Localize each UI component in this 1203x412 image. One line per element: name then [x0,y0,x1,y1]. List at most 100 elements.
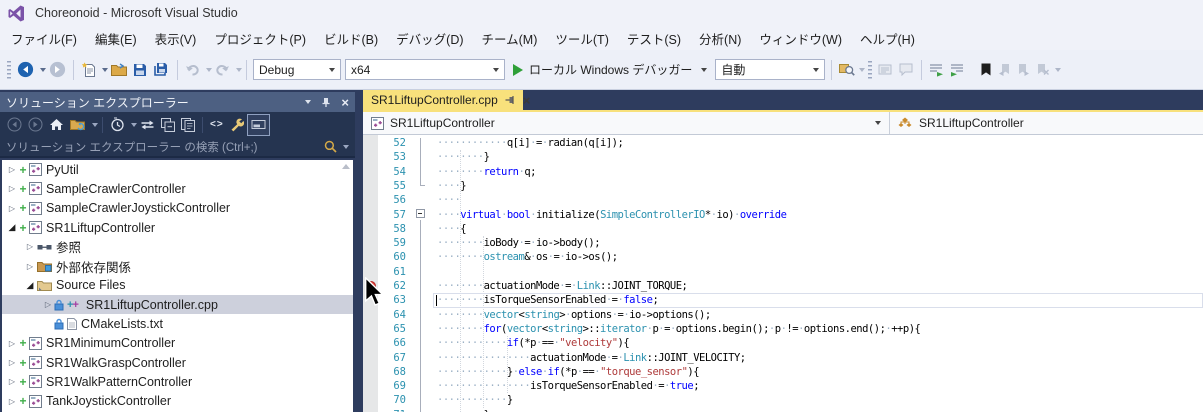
undo-dropdown-icon[interactable] [206,68,212,72]
code-line-60[interactable]: ········ostream&·os·=·io->os(); [437,250,618,264]
preview-selected-items-icon[interactable] [247,114,270,136]
tree-item-samplecrawlerjoystickcontroller[interactable]: ▷+SampleCrawlerJoystickController [2,199,353,218]
search-icon[interactable] [324,140,337,153]
expander-icon[interactable]: ▷ [24,242,36,251]
expander-icon[interactable]: ◢ [24,280,36,291]
menu-item-5[interactable]: ビルド(B) [315,26,387,51]
switch-views-icon[interactable] [67,115,89,135]
tree-scrollbar[interactable] [339,162,352,412]
menu-item-7[interactable]: チーム(M) [473,26,547,51]
code-line-52[interactable]: ············q[i]·=·radian(q[i]); [437,136,623,150]
code-line-71[interactable]: ········} [437,408,489,412]
se-forward-icon[interactable] [25,115,46,135]
code-line-70[interactable]: ············} [437,393,513,407]
code-line-67[interactable]: ················actuationMode·=·Link::JO… [437,351,746,365]
code-line-65[interactable]: ········for(vector<string>::iterator·p·=… [437,322,920,336]
expander-icon[interactable]: ▷ [6,339,18,348]
navigate-back-dropdown-icon[interactable] [40,68,46,72]
save-button[interactable] [131,58,149,82]
next-bookmark-icon[interactable] [1015,58,1032,82]
menu-item-2[interactable]: 編集(E) [86,26,146,51]
code-line-53[interactable]: ········} [437,150,489,164]
document-tab[interactable]: SR1LiftupController.cpp × [363,90,523,110]
menu-item-11[interactable]: ウィンドウ(W) [750,26,851,51]
code-text-layer[interactable]: ············q[i]·=·radian(q[i]);········… [437,135,1203,412]
clear-bookmarks-icon[interactable] [1034,58,1051,82]
code-line-64[interactable]: ········vector<string>·options·=·io->opt… [437,308,711,322]
tree-item-cmakelists-txt[interactable]: CMakeLists.txt [2,314,353,333]
expander-icon[interactable]: ▷ [6,397,18,406]
solution-configurations-dropdown[interactable]: Debug [253,59,341,80]
expander-icon[interactable]: ▷ [6,204,18,213]
tree-item-sr1liftupcontroller[interactable]: ◢+SR1LiftupController [2,218,353,237]
text-editor-toolbar-overflow-icon[interactable] [1055,68,1061,72]
find-in-files-icon[interactable] [837,58,857,82]
toolbar-overflow-icon[interactable] [859,68,865,72]
navigate-forward-button[interactable] [47,58,68,82]
tree-item-external-dependencies[interactable]: ▷外部依存関係 [2,256,353,275]
close-panel-icon[interactable]: × [341,95,349,110]
comment-out-icon[interactable] [927,58,946,82]
wrench-icon[interactable] [227,115,247,135]
scroll-up-icon[interactable] [342,164,350,169]
tree-item-sr1walkpatterncontroller[interactable]: ▷+SR1WalkPatternController [2,372,353,391]
view-code-icon[interactable]: <> [207,115,227,135]
window-position-dropdown-icon[interactable] [305,100,311,104]
parameter-info-icon[interactable] [897,58,916,82]
tree-item-pyutil[interactable]: ▷+PyUtil [2,160,353,179]
redo-dropdown-icon[interactable] [236,68,242,72]
code-editor-surface[interactable]: 5253545556575859606162636465666768697071… [363,135,1203,412]
code-line-54[interactable]: ········return·q; [437,165,536,179]
code-line-57[interactable]: ····virtual·bool·initialize(SimpleContro… [437,208,786,222]
new-file-dropdown-icon[interactable] [102,68,108,72]
code-line-63[interactable]: ········isTorqueSensorEnabled·=·false; [437,293,658,307]
code-line-58[interactable]: ····{ [437,222,466,236]
expander-icon[interactable]: ▷ [6,377,18,386]
toolbar-grip[interactable] [7,61,11,79]
home-icon[interactable] [46,115,67,135]
code-line-66[interactable]: ············if(*p·==·"velocity"){ [437,336,629,350]
solution-explorer-title-bar[interactable]: ソリューション エクスプローラー × [0,92,355,112]
tree-item-sr1liftupcontroller-cpp[interactable]: ▷++SR1LiftupController.cpp [2,295,353,314]
expander-icon[interactable]: ◢ [6,222,18,233]
code-line-59[interactable]: ········ioBody·=·io->body(); [437,236,600,250]
code-line-62[interactable]: ········actuationMode·=·Link::JOINT_TORQ… [437,279,687,293]
solution-platforms-dropdown[interactable]: x64 [345,59,505,80]
new-file-button[interactable] [79,58,98,82]
se-back-icon[interactable] [4,115,25,135]
expander-icon[interactable]: ▷ [6,165,18,174]
menu-item-1[interactable]: ファイル(F) [2,26,86,51]
previous-bookmark-icon[interactable] [996,58,1013,82]
expander-icon[interactable]: ▷ [6,358,18,367]
members-dropdown[interactable]: SR1LiftupController [890,112,1203,134]
member-list-icon[interactable] [876,58,895,82]
sync-with-active-document-icon[interactable] [137,115,158,135]
redo-button[interactable] [213,58,232,82]
text-editor-toolbar-grip[interactable] [868,61,872,79]
menu-item-9[interactable]: テスト(S) [618,26,690,51]
menu-item-12[interactable]: ヘルプ(H) [851,26,924,51]
menu-item-8[interactable]: ツール(T) [546,26,617,51]
navigate-back-button[interactable] [15,58,36,82]
menu-item-4[interactable]: プロジェクト(P) [205,26,315,51]
menu-item-10[interactable]: 分析(N) [690,26,750,51]
types-dropdown[interactable]: SR1LiftupController [363,112,890,134]
code-line-68[interactable]: ············}·else·if(*p·==·"torque_sens… [437,365,699,379]
open-file-button[interactable] [109,58,129,82]
expander-icon[interactable]: ▷ [24,262,36,271]
tree-item-source-files[interactable]: ◢Source Files [2,276,353,295]
undo-button[interactable] [183,58,202,82]
tab-close-icon[interactable]: × [523,93,531,108]
tree-item-sr1walkgraspcontroller[interactable]: ▷+SR1WalkGraspController [2,353,353,372]
properties-icon[interactable] [178,115,198,135]
tree-item-samplecrawlercontroller[interactable]: ▷+SampleCrawlerController [2,179,353,198]
tree-item-sr1minimumcontroller[interactable]: ▷+SR1MinimumController [2,334,353,353]
code-line-56[interactable]: ···· [437,193,460,207]
menu-item-6[interactable]: デバッグ(D) [387,26,472,51]
code-line-55[interactable]: ····} [437,179,466,193]
expander-icon[interactable]: ▷ [6,184,18,193]
fold-collapse-icon[interactable] [416,209,425,218]
uncomment-icon[interactable] [948,58,967,82]
switch-views-dropdown-icon[interactable] [92,123,98,127]
search-options-dropdown-icon[interactable] [343,145,349,149]
